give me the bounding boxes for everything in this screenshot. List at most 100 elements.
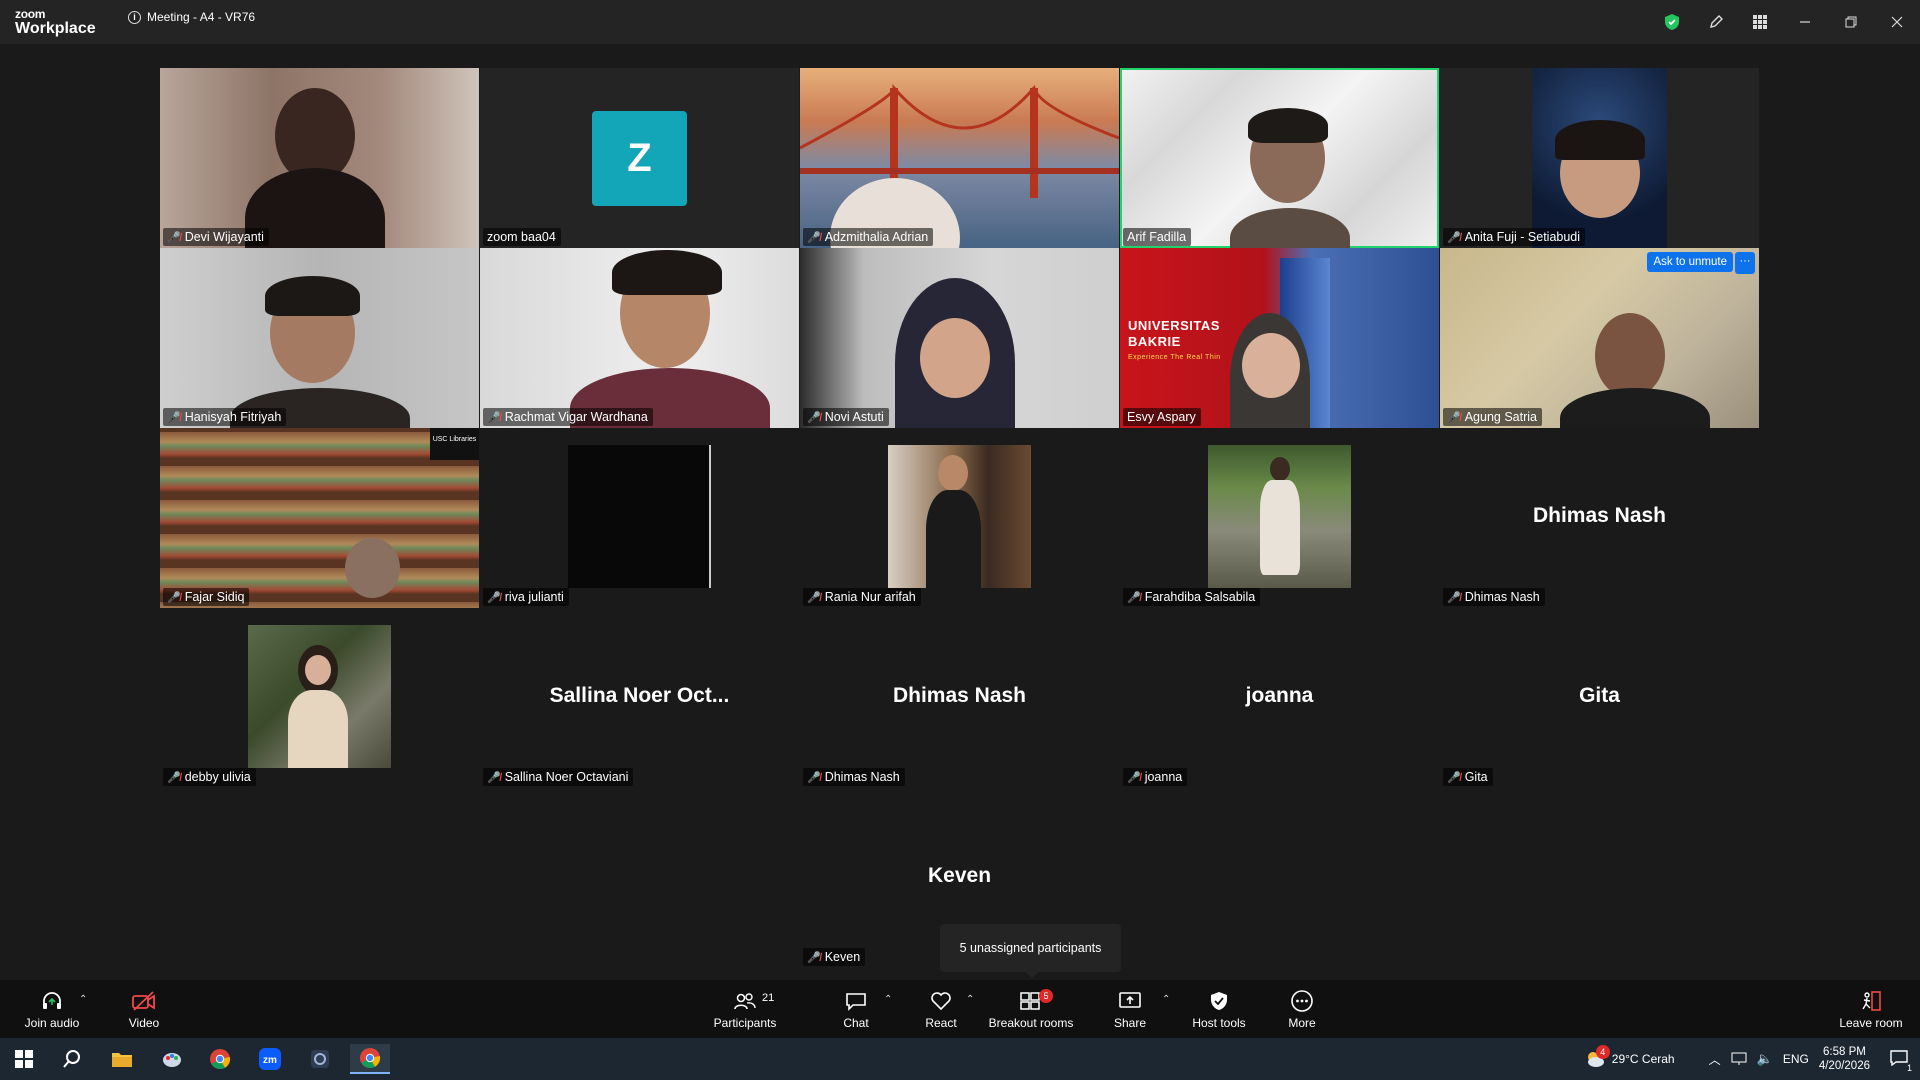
muted-mic-icon: 🎤̸ [167, 591, 181, 604]
edit-pencil-icon[interactable] [1694, 0, 1738, 44]
video-tile[interactable]: 🎤̸ Novi Astuti [800, 248, 1119, 428]
profile-body [926, 490, 981, 588]
chat-button[interactable]: Chat [835, 980, 877, 1038]
share-options-caret-icon[interactable]: ⌃ [1162, 994, 1170, 1005]
participant-body [1230, 208, 1350, 248]
participant-nameplate: 🎤̸ Keven [803, 948, 866, 966]
chat-options-caret-icon[interactable]: ⌃ [884, 994, 892, 1005]
video-tile[interactable]: USC Libraries 🎤̸ Fajar Sidiq [160, 428, 479, 608]
network-icon[interactable] [1731, 1052, 1747, 1066]
minimize-icon[interactable] [1782, 0, 1828, 44]
restore-icon[interactable] [1828, 0, 1874, 44]
more-button[interactable]: More [1282, 980, 1322, 1038]
video-tile[interactable]: 🎤̸ debby ulivia [160, 608, 479, 788]
participants-icon [734, 993, 756, 1010]
search-icon[interactable] [52, 1044, 92, 1074]
chrome-icon[interactable] [200, 1044, 240, 1074]
participant-name: Rachmat Vigar Wardhana [504, 410, 648, 424]
chrome-active-icon[interactable] [350, 1044, 390, 1074]
participant-nameplate: 🎤̸ riva julianti [483, 588, 569, 606]
zoom-app-icon[interactable]: zm [250, 1044, 290, 1074]
video-tile[interactable]: Dhimas Nash 🎤̸ Dhimas Nash [800, 608, 1119, 788]
participant-display-name: Gita [1579, 684, 1620, 707]
participant-display-name: Dhimas Nash [892, 684, 1027, 707]
muted-mic-icon: 🎤̸ [807, 231, 821, 244]
chat-label: Chat [843, 1016, 869, 1030]
breakout-rooms-button[interactable]: Breakout rooms [988, 980, 1074, 1038]
video-label: Video [128, 1016, 160, 1030]
ask-to-unmute-button[interactable]: Ask to unmute [1647, 252, 1733, 272]
video-tile[interactable]: 🎤̸ Rania Nur arifah [800, 428, 1119, 608]
muted-mic-icon: 🎤̸ [487, 411, 501, 424]
windows-taskbar: zm 4 29°C Cerah ︿ 🔈 ENG 6:58 PM 4/20/202… [0, 1038, 1920, 1080]
participant-name: Anita Fuji - Setiabudi [1464, 230, 1581, 244]
headphones-icon [43, 992, 61, 1009]
tile-more-options-button[interactable]: ··· [1735, 252, 1755, 274]
apps-grid-icon[interactable] [1738, 0, 1782, 44]
gallery-view: 🎤̸ Devi Wijayanti Z zoom baa04 🎤̸ Adzmitha… [0, 44, 1920, 980]
golden-gate-background [800, 84, 1119, 248]
audio-options-caret-icon[interactable]: ⌃ [79, 994, 87, 1005]
video-tile[interactable]: 🎤̸ riva julianti [480, 428, 799, 608]
active-speaker-tile[interactable]: Arif Fadilla [1120, 68, 1439, 248]
video-tile[interactable]: 🎤̸ Hanisyah Fitriyah [160, 248, 479, 428]
participant-hair [612, 250, 722, 295]
paint-app-icon[interactable] [152, 1044, 192, 1074]
react-options-caret-icon[interactable]: ⌃ [966, 994, 974, 1005]
profile-face [1270, 457, 1290, 481]
camera-app-icon[interactable] [300, 1044, 340, 1074]
video-tile[interactable]: 🎤̸ Devi Wijayanti [160, 68, 479, 248]
volume-icon[interactable]: 🔈 [1757, 1051, 1773, 1067]
tray-overflow-chevron-icon[interactable]: ︿ [1709, 1051, 1721, 1068]
notification-center-icon[interactable]: 1 [1890, 1049, 1912, 1073]
zoom-logo: zoom Workplace [15, 8, 96, 37]
participant-display-name: Keven [927, 864, 992, 887]
video-tile[interactable]: Gita 🎤̸ Gita [1440, 608, 1759, 788]
react-button[interactable]: React [920, 980, 962, 1038]
info-icon[interactable]: i [128, 10, 141, 24]
video-tile[interactable]: Ask to unmute ··· 🎤̸ Agung Satria [1440, 248, 1759, 428]
video-tile[interactable]: 🎤̸ Anita Fuji - Setiabudi [1440, 68, 1759, 248]
weather-widget[interactable]: 4 29°C Cerah [1584, 1045, 1675, 1069]
language-indicator[interactable]: ENG [1783, 1052, 1809, 1066]
profile-face [938, 455, 968, 491]
participants-button[interactable]: Participants [710, 980, 780, 1038]
video-tile[interactable]: Z zoom baa04 [480, 68, 799, 248]
join-audio-label: Join audio [24, 1016, 80, 1030]
leave-room-button[interactable]: Leave room [1838, 980, 1904, 1038]
file-explorer-icon[interactable] [102, 1044, 142, 1074]
participant-nameplate: 🎤̸ Dhimas Nash [1443, 588, 1545, 606]
muted-mic-icon: 🎤̸ [807, 591, 821, 604]
close-icon[interactable] [1874, 0, 1920, 44]
participant-display-name: joanna [1245, 684, 1314, 707]
breakout-rooms-label: Breakout rooms [988, 1016, 1074, 1030]
video-tile[interactable]: 🎤̸ Rachmat Vigar Wardhana [480, 248, 799, 428]
video-tile[interactable]: joanna 🎤̸ joanna [1120, 608, 1439, 788]
participant-name: zoom baa04 [487, 230, 556, 244]
video-tile[interactable]: UNIVERSITAS BAKRIE Experience The Real T… [1120, 248, 1439, 428]
profile-picture [568, 445, 711, 588]
participant-nameplate: 🎤̸ Rania Nur arifah [803, 588, 921, 606]
participant-video [1595, 313, 1665, 398]
video-button[interactable]: Video [122, 980, 166, 1038]
share-screen-icon [1119, 992, 1141, 1008]
host-tools-button[interactable]: Host tools [1188, 980, 1250, 1038]
windows-start-icon[interactable] [4, 1044, 44, 1074]
clock-date: 4/20/2026 [1818, 1060, 1870, 1072]
muted-mic-icon: 🎤̸ [167, 771, 181, 784]
video-tile[interactable]: 🎤̸ Adzmithalia Adrian [800, 68, 1119, 248]
more-label: More [1288, 1016, 1316, 1030]
participant-nameplate: 🎤̸ debby ulivia [163, 768, 256, 786]
participants-label: Participants [713, 1016, 777, 1030]
video-tile[interactable]: 🎤̸ Farahdiba Salsabila [1120, 428, 1439, 608]
clock[interactable]: 6:58 PM 4/20/2026 [1819, 1045, 1870, 1073]
join-audio-button[interactable]: Join audio [22, 980, 82, 1038]
participant-name: riva julianti [504, 590, 564, 604]
share-button[interactable]: Share [1110, 980, 1150, 1038]
video-tile[interactable]: Dhimas Nash 🎤̸ Dhimas Nash [1440, 428, 1759, 608]
participant-nameplate: 🎤̸ Novi Astuti [803, 408, 889, 426]
security-shield-icon[interactable] [1650, 0, 1694, 44]
participant-name: Hanisyah Fitriyah [184, 410, 282, 424]
meeting-info[interactable]: i Meeting - A4 - VR76 [128, 10, 255, 24]
video-tile[interactable]: Sallina Noer Oct... 🎤̸ Sallina Noer Octav… [480, 608, 799, 788]
